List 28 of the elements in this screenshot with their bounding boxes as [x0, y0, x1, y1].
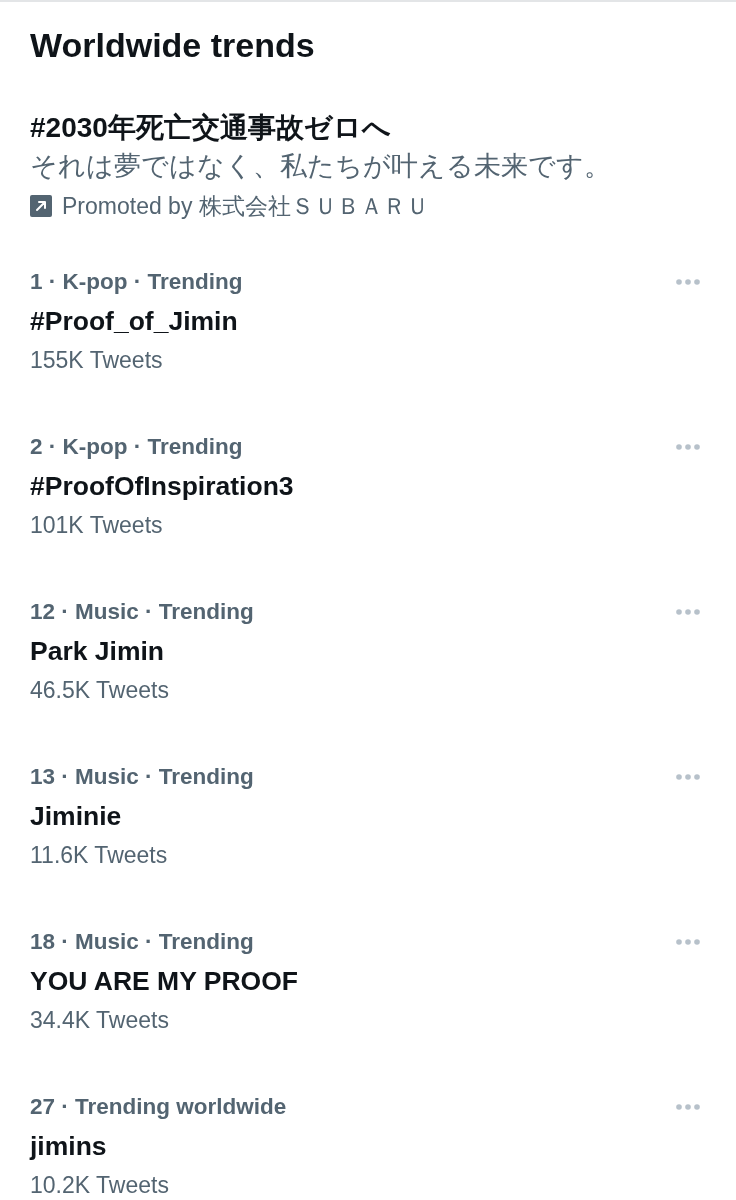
more-icon[interactable] — [676, 609, 700, 615]
promoted-trend-description: それは夢ではなく、私たちが叶える未来です。 — [30, 150, 611, 183]
more-icon[interactable] — [676, 1104, 700, 1110]
tweet-count: 46.5K Tweets — [30, 676, 169, 705]
tweet-count: 10.2K Tweets — [30, 1171, 169, 1200]
more-icon[interactable] — [676, 939, 700, 945]
trend-context: 1 · K-pop · Trending — [30, 268, 243, 296]
promoted-trend-name[interactable]: #2030年死亡交通事故ゼロへ — [30, 110, 391, 146]
trend-context: 27 · Trending worldwide — [30, 1093, 287, 1121]
trend-name[interactable]: #Proof_of_Jimin — [30, 300, 238, 342]
trend-context: 13 · Music · Trending — [30, 763, 254, 791]
section-title: Worldwide trends — [30, 26, 315, 64]
tweet-count: 34.4K Tweets — [30, 1006, 169, 1035]
more-icon[interactable] — [676, 774, 700, 780]
more-icon[interactable] — [676, 444, 700, 450]
trend-name[interactable]: YOU ARE MY PROOF — [30, 960, 298, 1002]
more-icon[interactable] — [676, 279, 700, 285]
tweet-count: 155K Tweets — [30, 346, 163, 375]
trend-name[interactable]: Jiminie — [30, 795, 122, 837]
trend-name[interactable]: Park Jimin — [30, 630, 165, 672]
trend-context: 18 · Music · Trending — [30, 928, 254, 956]
trend-name[interactable]: jimins — [30, 1125, 107, 1167]
trend-context: 2 · K-pop · Trending — [30, 433, 243, 461]
trend-name[interactable]: #ProofOfInspiration3 — [30, 465, 294, 507]
tweet-count: 101K Tweets — [30, 511, 163, 540]
trend-context: 12 · Music · Trending — [30, 598, 254, 626]
tweet-count: 11.6K Tweets — [30, 841, 168, 870]
promoted-by-label: Promoted by 株式会社ＳＵＢＡＲＵ — [62, 192, 429, 221]
